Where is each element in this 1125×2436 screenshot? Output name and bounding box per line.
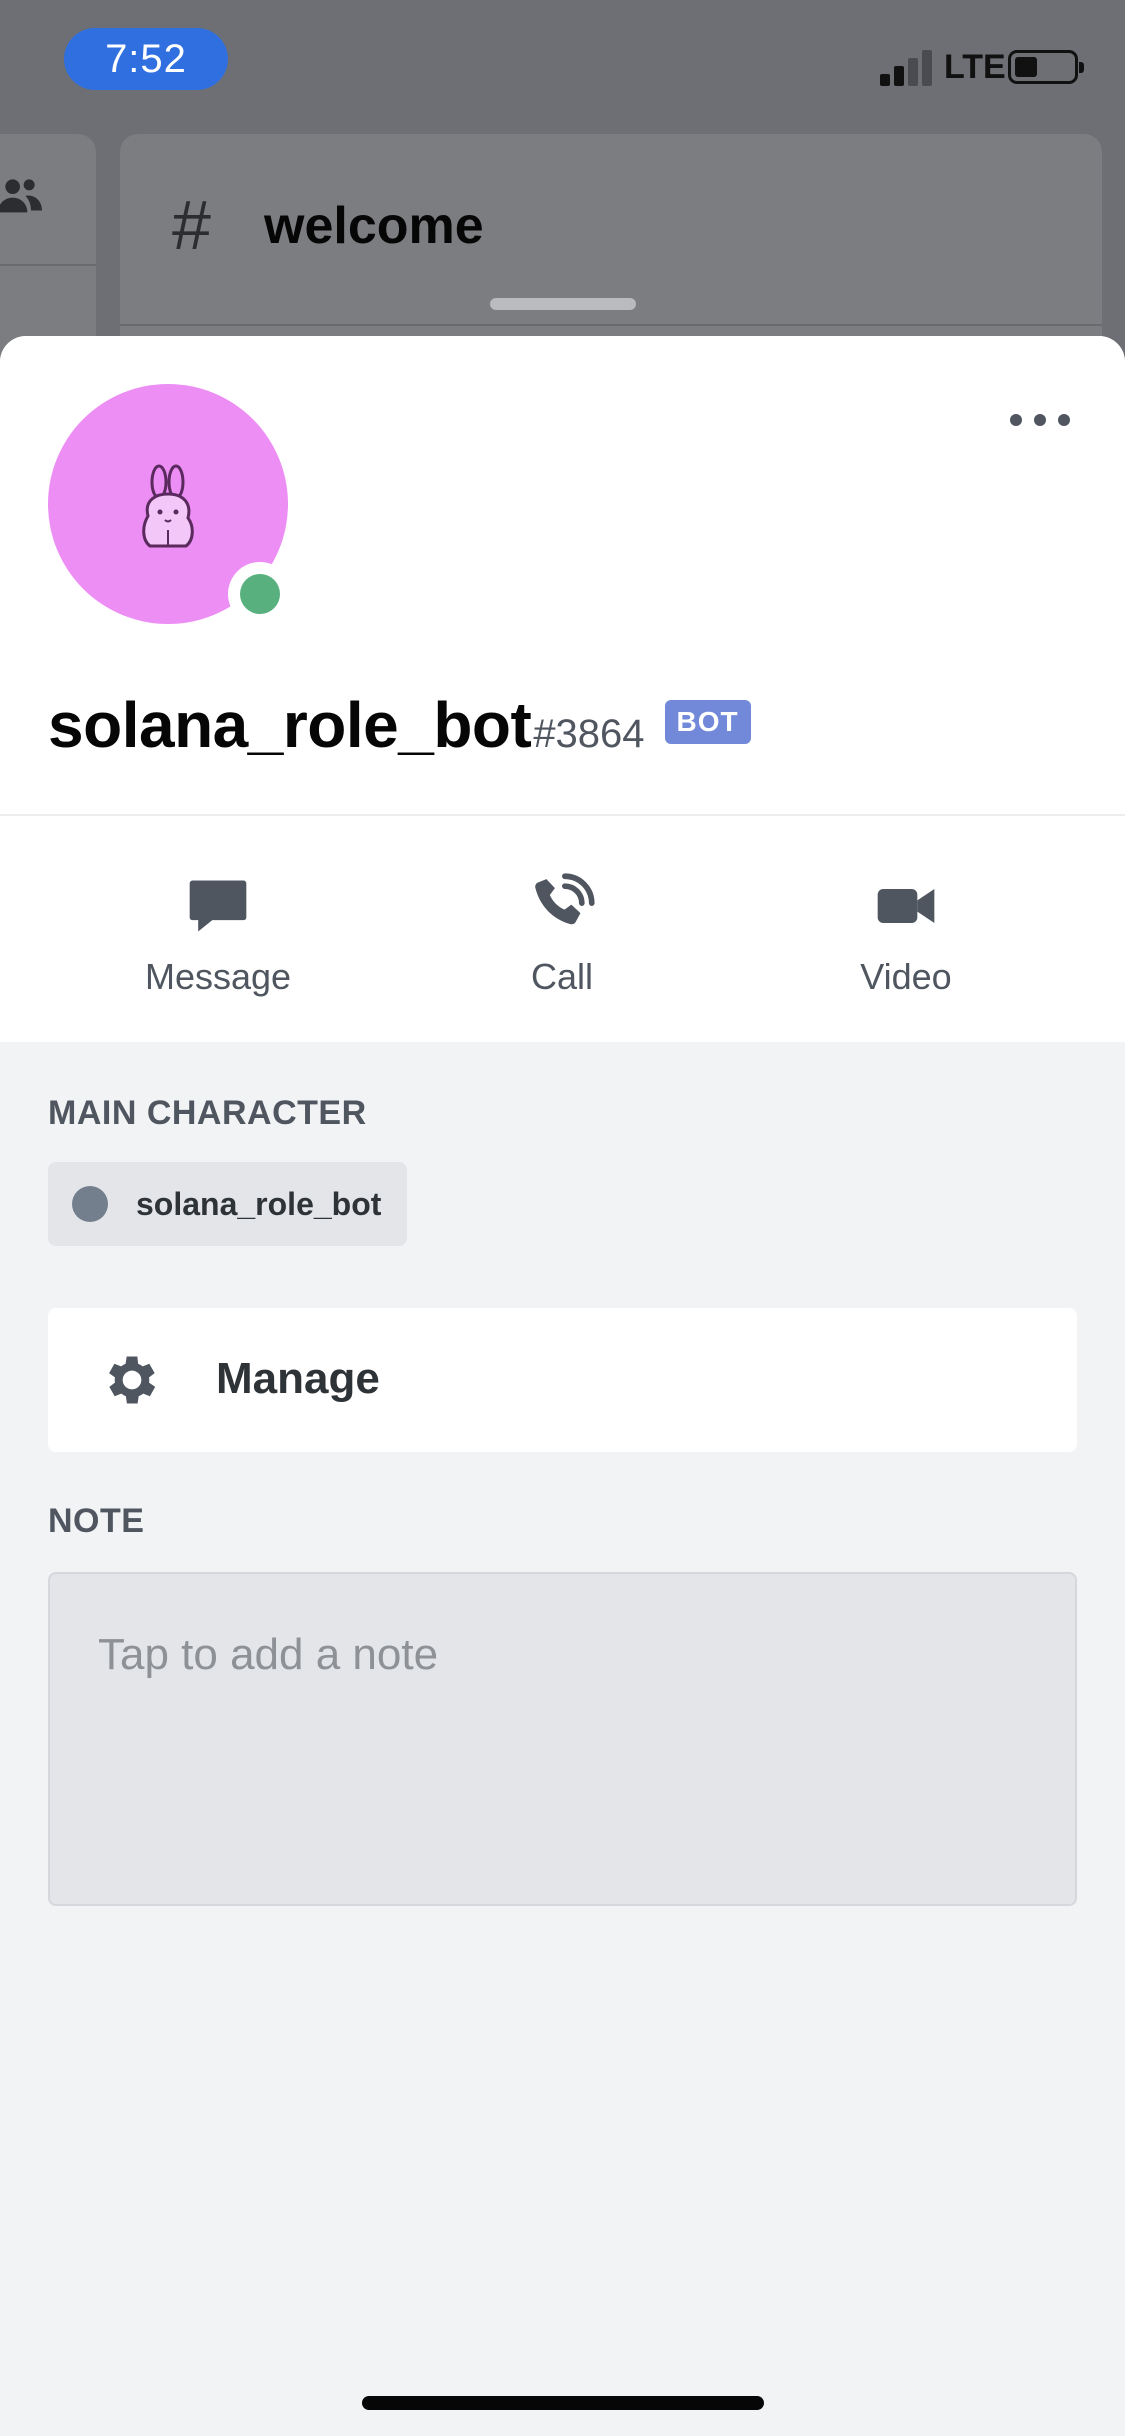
profile-header: solana_role_bot #3864 BOT xyxy=(0,336,1125,814)
user-profile-sheet: solana_role_bot #3864 BOT Message Call V… xyxy=(0,336,1125,2436)
action-bar: Message Call Video xyxy=(0,816,1125,1042)
status-bar: 7:52 LTE xyxy=(0,0,1125,120)
members-icon xyxy=(0,179,42,213)
role-color-dot xyxy=(72,1186,108,1222)
username: solana_role_bot xyxy=(48,689,532,761)
gear-icon xyxy=(109,1356,156,1404)
online-status-indicator xyxy=(228,562,292,626)
message-button[interactable]: Message xyxy=(88,816,348,1042)
bunny-icon xyxy=(142,464,194,548)
background-app-overlay[interactable]: 7:52 LTE # welcome xyxy=(0,0,1125,394)
username-row: solana_role_bot #3864 BOT xyxy=(48,688,751,768)
video-label: Video xyxy=(860,956,952,997)
role-chip[interactable]: solana_role_bot xyxy=(48,1162,408,1246)
manage-button[interactable]: Manage xyxy=(48,1308,1077,1452)
call-button[interactable]: Call xyxy=(432,816,692,1042)
battery-icon xyxy=(1008,50,1084,84)
video-button[interactable]: Video xyxy=(776,816,1036,1042)
note-input[interactable]: Tap to add a note xyxy=(48,1572,1077,1906)
hash-icon: # xyxy=(172,186,211,264)
role-name: solana_role_bot xyxy=(136,1185,382,1222)
call-label: Call xyxy=(530,956,593,997)
roles-section-title: MAIN CHARACTER xyxy=(48,1094,367,1132)
status-time: 7:52 xyxy=(64,28,228,90)
more-horizontal-icon xyxy=(1010,414,1022,426)
video-camera-icon xyxy=(877,889,935,923)
network-type: LTE xyxy=(944,48,1006,86)
note-section-title: NOTE xyxy=(48,1502,145,1540)
channel-name: welcome xyxy=(264,197,484,255)
message-label: Message xyxy=(144,956,292,997)
message-icon xyxy=(189,880,247,932)
manage-label: Manage xyxy=(216,1354,380,1403)
more-options-button[interactable] xyxy=(1010,408,1070,432)
home-indicator[interactable] xyxy=(362,2396,764,2410)
phone-icon xyxy=(535,873,595,925)
sheet-drag-handle[interactable] xyxy=(490,298,636,310)
bot-badge: BOT xyxy=(664,700,751,744)
discriminator: #3864 xyxy=(533,712,645,756)
signal-icon xyxy=(880,50,936,86)
